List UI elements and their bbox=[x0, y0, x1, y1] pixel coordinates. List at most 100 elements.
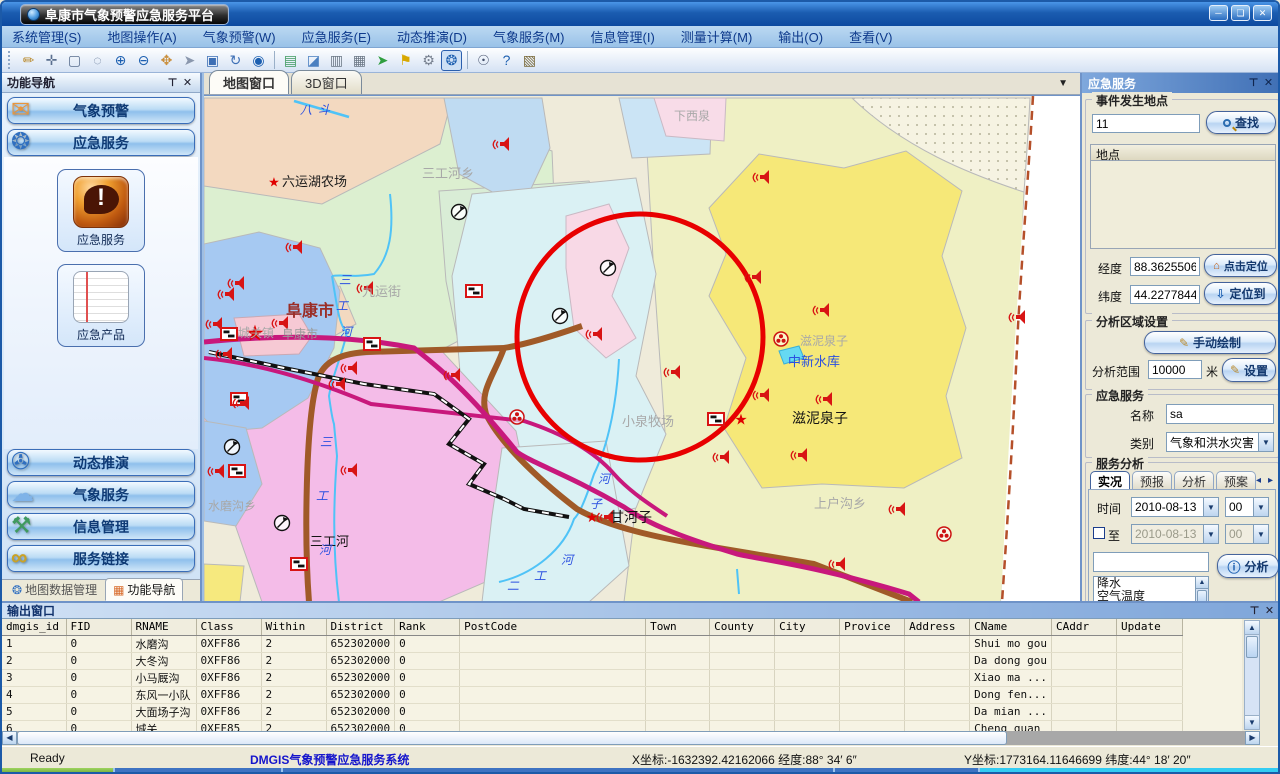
pan-select-icon[interactable]: ✛ bbox=[41, 50, 62, 71]
element-listbox[interactable]: 降水空气温度 ▲ bbox=[1093, 576, 1209, 601]
menu-item[interactable]: 气象预警(W) bbox=[203, 27, 276, 46]
tab-地图数据管理[interactable]: ❂地图数据管理 bbox=[4, 578, 105, 601]
map-canvas[interactable]: ★★★★八斗下西泉六运湖农场三工河乡九运街阜康市城关镇阜康市小泉牧场滋泥泉子滋泥… bbox=[204, 95, 1080, 601]
list-item[interactable]: 空气温度 bbox=[1094, 590, 1195, 601]
menu-item[interactable]: 动态推演(D) bbox=[397, 27, 467, 46]
manual-draw-button[interactable]: ✎ 手动绘制 bbox=[1144, 331, 1276, 354]
click-locate-button[interactable]: ⌂ 点击定位 bbox=[1204, 254, 1277, 277]
tab-scroll-right-icon[interactable]: ▸ bbox=[1266, 475, 1275, 486]
table-vertical-scrollbar[interactable]: ▲ ▼ bbox=[1244, 620, 1260, 730]
table-row[interactable]: 40东风一小队0XFF8626523020000Dong fen... bbox=[2, 686, 1182, 703]
dropdown-icon[interactable]: ▼ bbox=[1203, 525, 1218, 543]
search-button[interactable]: 查找 bbox=[1206, 111, 1276, 134]
tab-预报[interactable]: 预报 bbox=[1132, 471, 1172, 491]
menu-item[interactable]: 地图操作(A) bbox=[107, 27, 176, 46]
column-header[interactable]: RNAME bbox=[131, 619, 196, 635]
dropdown-icon[interactable]: ▼ bbox=[1253, 498, 1268, 516]
globe-service-icon[interactable]: ❂ bbox=[441, 50, 462, 71]
table-row[interactable]: 10水磨沟0XFF8626523020000Shui mo gou bbox=[2, 635, 1182, 652]
scroll-down-icon[interactable]: ▼ bbox=[1245, 715, 1259, 729]
dropdown-icon[interactable]: ▼ bbox=[1253, 525, 1268, 543]
column-header[interactable]: dmgis_id bbox=[2, 619, 66, 635]
pan-hand-icon[interactable]: ✥ bbox=[156, 50, 177, 71]
pin-icon[interactable]: ⊤ bbox=[1247, 604, 1262, 618]
hour-select[interactable]: 00 ▼ bbox=[1225, 497, 1269, 517]
close-button[interactable]: ✕ bbox=[1253, 5, 1272, 21]
pin-icon[interactable]: ⊤ bbox=[165, 76, 180, 90]
rect-select-icon[interactable]: ▢ bbox=[64, 50, 85, 71]
table-row[interactable]: 30小马厩沟0XFF8626523020000Xiao ma ... bbox=[2, 669, 1182, 686]
map-tab-dropdown-icon[interactable]: ▼ bbox=[1058, 78, 1068, 89]
lasso-select-icon[interactable]: ◌ bbox=[87, 50, 108, 71]
tab-地图窗口[interactable]: 地图窗口 bbox=[209, 70, 289, 94]
dropdown-icon[interactable]: ▼ bbox=[1258, 433, 1273, 451]
table-row[interactable]: 20大冬沟0XFF8626523020000Da dong gou bbox=[2, 652, 1182, 669]
tab-实况[interactable]: 实况 bbox=[1090, 471, 1130, 491]
sidebar-item-气象服务[interactable]: ☁气象服务 bbox=[7, 481, 195, 508]
eye-icon[interactable]: ☉ bbox=[473, 50, 494, 71]
export-image-icon[interactable]: ▧ bbox=[519, 50, 540, 71]
restore-button[interactable]: ❏ bbox=[1231, 5, 1250, 21]
close-icon[interactable]: ✕ bbox=[180, 76, 195, 90]
menu-item[interactable]: 测量计算(M) bbox=[681, 27, 753, 46]
tab-3D窗口[interactable]: 3D窗口 bbox=[291, 70, 362, 94]
table-row[interactable]: 50大面场子沟0XFF8626523020000Da mian ... bbox=[2, 703, 1182, 720]
column-header[interactable]: District bbox=[326, 619, 395, 635]
tab-scroll-left-icon[interactable]: ◂ bbox=[1254, 475, 1263, 486]
menu-item[interactable]: 应急服务(E) bbox=[302, 27, 371, 46]
column-header[interactable]: Town bbox=[646, 619, 710, 635]
tab-分析[interactable]: 分析 bbox=[1174, 471, 1214, 491]
menu-item[interactable]: 系统管理(S) bbox=[12, 27, 81, 46]
date-to-select[interactable]: 2010-08-13 ▼ bbox=[1131, 524, 1219, 544]
service-type-select[interactable]: 气象和洪水灾害 ▼ bbox=[1166, 432, 1274, 452]
scroll-up-icon[interactable]: ▲ bbox=[1245, 621, 1259, 635]
close-icon[interactable]: ✕ bbox=[1262, 604, 1277, 618]
bookmark-pin-icon[interactable]: ⚑ bbox=[395, 50, 416, 71]
zoom-history-icon[interactable]: ◉ bbox=[248, 50, 269, 71]
column-header[interactable]: Rank bbox=[395, 619, 460, 635]
sidebar-item-应急服务[interactable]: ❂应急服务 bbox=[7, 129, 195, 156]
column-header[interactable]: CName bbox=[970, 619, 1052, 635]
service-name-input[interactable] bbox=[1166, 404, 1274, 424]
full-extent-icon[interactable]: ▣ bbox=[202, 50, 223, 71]
sidebar-item-信息管理[interactable]: ⚒信息管理 bbox=[7, 513, 195, 540]
pointer-icon[interactable]: ➤ bbox=[179, 50, 200, 71]
column-header[interactable]: PostCode bbox=[460, 619, 646, 635]
column-header[interactable]: Class bbox=[196, 619, 261, 635]
sidebar-item-动态推演[interactable]: ✇动态推演 bbox=[7, 449, 195, 476]
scroll-left-icon[interactable]: ◀ bbox=[2, 731, 17, 745]
measure-icon[interactable]: ✏ bbox=[18, 50, 39, 71]
tab-功能导航[interactable]: ▦功能导航 bbox=[105, 578, 183, 601]
menu-item[interactable]: 气象服务(M) bbox=[493, 27, 565, 46]
longitude-input[interactable] bbox=[1130, 257, 1200, 276]
column-header[interactable]: FID bbox=[66, 619, 131, 635]
menu-item[interactable]: 信息管理(I) bbox=[591, 27, 655, 46]
print-icon[interactable]: ▥ bbox=[326, 50, 347, 71]
selected-element-box[interactable] bbox=[1093, 552, 1209, 572]
menu-item[interactable]: 输出(O) bbox=[778, 27, 823, 46]
scrollbar-thumb[interactable] bbox=[17, 731, 1007, 745]
column-header[interactable]: City bbox=[775, 619, 840, 635]
scroll-up-icon[interactable]: ▲ bbox=[1196, 577, 1208, 589]
print-preview-icon[interactable]: ▦ bbox=[349, 50, 370, 71]
column-header[interactable]: Address bbox=[905, 619, 970, 635]
set-range-button[interactable]: ✎ 设置 bbox=[1222, 358, 1276, 382]
help-icon[interactable]: ? bbox=[496, 50, 517, 71]
listbox-scrollbar[interactable]: ▲ bbox=[1195, 577, 1208, 601]
date-select[interactable]: 2010-08-13 ▼ bbox=[1131, 497, 1219, 517]
location-search-input[interactable] bbox=[1092, 114, 1200, 133]
menu-item[interactable]: 查看(V) bbox=[849, 27, 892, 46]
scroll-right-icon[interactable]: ▶ bbox=[1245, 731, 1260, 745]
column-header[interactable]: County bbox=[710, 619, 775, 635]
dropdown-icon[interactable]: ▼ bbox=[1203, 498, 1218, 516]
zoom-out-icon[interactable]: ⊖ bbox=[133, 50, 154, 71]
refresh-icon[interactable]: ↻ bbox=[225, 50, 246, 71]
column-header[interactable]: CAddr bbox=[1051, 619, 1116, 635]
shortcut-应急产品[interactable]: 应急产品 bbox=[57, 264, 145, 347]
close-icon[interactable]: ✕ bbox=[1261, 76, 1276, 90]
shortcut-应急服务[interactable]: 应急服务 bbox=[57, 169, 145, 252]
location-list[interactable] bbox=[1090, 161, 1276, 249]
settings-icon[interactable]: ⚙ bbox=[418, 50, 439, 71]
to-checkbox[interactable] bbox=[1093, 527, 1105, 539]
tab-预案[interactable]: 预案 bbox=[1216, 471, 1256, 491]
